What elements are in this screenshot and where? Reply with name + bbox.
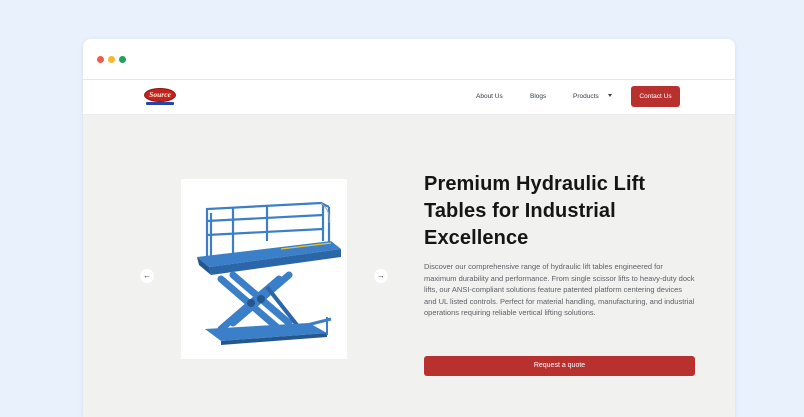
hero-description: Discover our comprehensive range of hydr… (424, 262, 695, 318)
window-titlebar (83, 39, 735, 80)
minimize-window-dot[interactable] (108, 56, 115, 63)
browser-window: Source About Us Blogs Products Contact U… (83, 39, 735, 417)
nav-products[interactable]: Products (573, 92, 599, 102)
site-header: Source About Us Blogs Products Contact U… (83, 80, 735, 115)
carousel-next-arrow-icon[interactable]: → (374, 269, 388, 283)
brand-logo[interactable]: Source (144, 88, 176, 106)
nav-blogs[interactable]: Blogs (530, 92, 546, 102)
lift-table-image (181, 179, 347, 359)
request-quote-button[interactable]: Request a quote (424, 356, 695, 376)
carousel-prev-arrow-icon[interactable]: ← (140, 269, 154, 283)
close-window-dot[interactable] (97, 56, 104, 63)
contact-us-button[interactable]: Contact Us (631, 86, 680, 107)
chevron-down-icon[interactable] (608, 94, 612, 97)
logo-underline (146, 102, 174, 105)
scissor-lift-illustration (197, 201, 341, 345)
hero-section: ← → Premium Hydraulic Lift Tables for In… (83, 115, 735, 417)
nav-about-us[interactable]: About Us (476, 92, 503, 102)
logo-text: Source (149, 90, 171, 99)
hero-title: Premium Hydraulic Lift Tables for Indust… (424, 173, 646, 249)
maximize-window-dot[interactable] (119, 56, 126, 63)
